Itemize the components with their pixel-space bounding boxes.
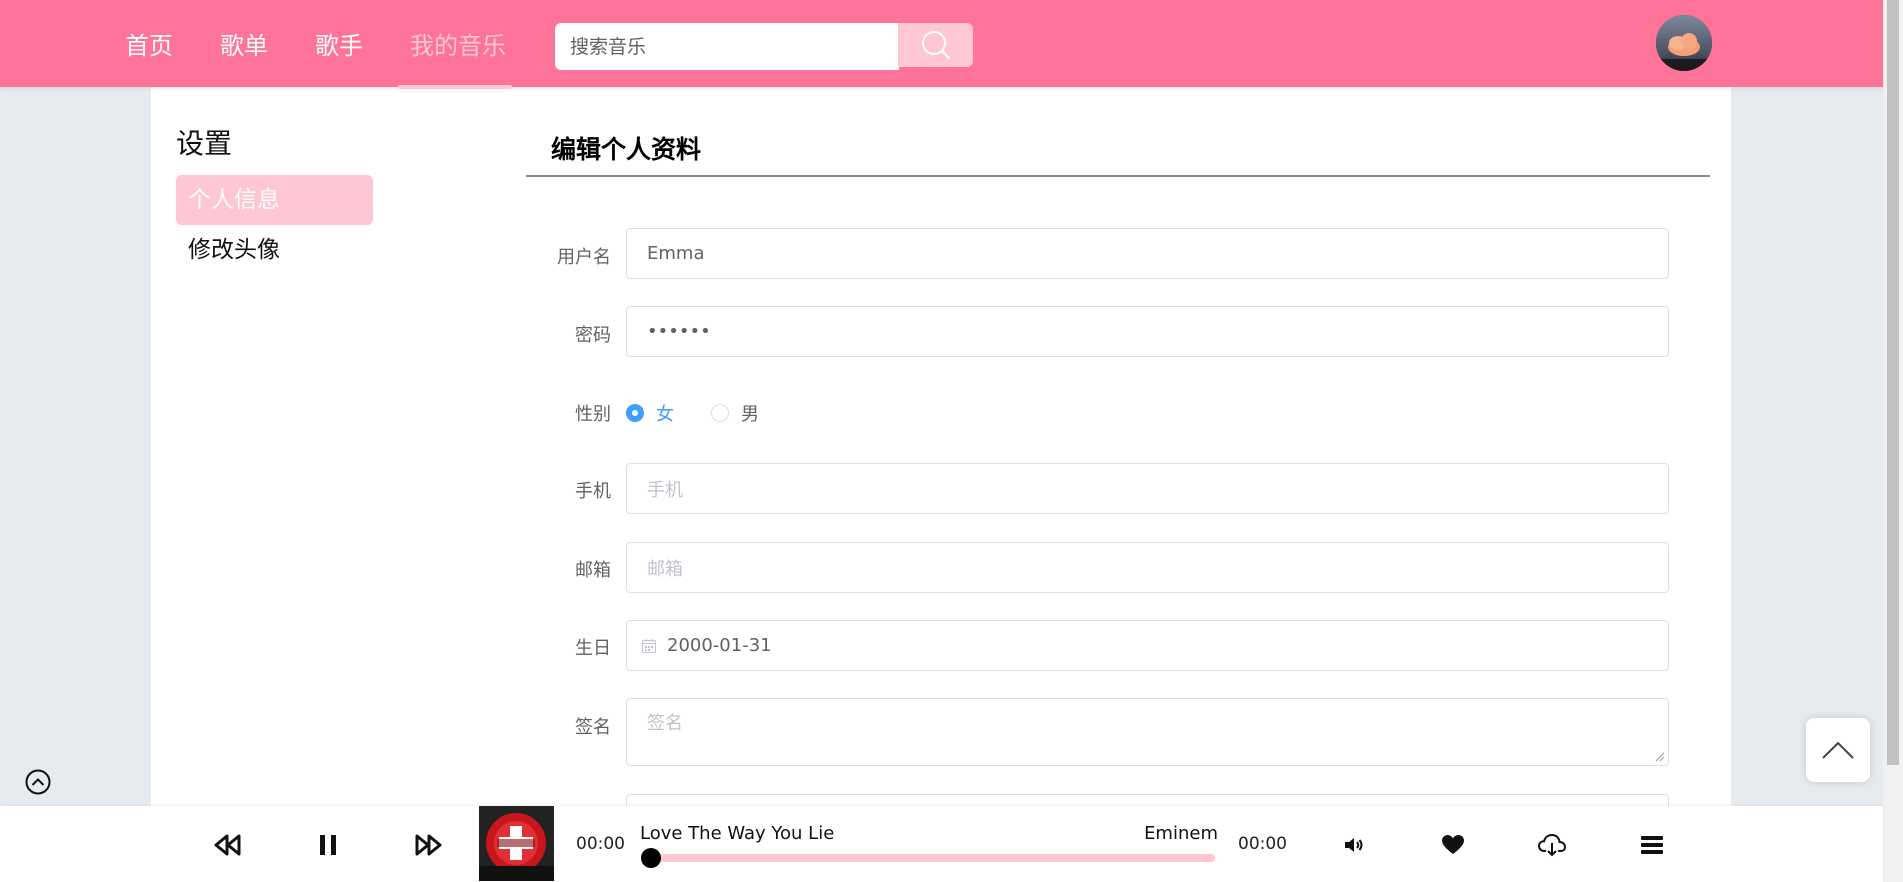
radio-female-label: 女 <box>656 404 674 425</box>
sidebar-item-avatar[interactable]: 修改头像 <box>176 225 373 275</box>
gender-label: 性别 <box>575 404 611 425</box>
resize-handle-icon[interactable] <box>1655 752 1665 762</box>
cloud-download-icon <box>1538 833 1566 857</box>
album-cover-image <box>479 806 554 881</box>
progress-bar[interactable] <box>645 854 1215 862</box>
radio-female[interactable]: 女 <box>626 400 674 426</box>
calendar-icon <box>642 638 656 653</box>
username-field[interactable]: Emma <box>626 228 1669 279</box>
heart-icon <box>1442 835 1464 854</box>
signature-placeholder: 签名 <box>647 713 683 734</box>
pause-button[interactable] <box>311 828 345 862</box>
menu-icon <box>1641 836 1663 854</box>
like-button[interactable] <box>1436 828 1470 862</box>
fast-forward-icon <box>415 834 442 856</box>
playlist-button[interactable] <box>1635 828 1669 862</box>
chevron-up-icon <box>1822 741 1854 759</box>
email-label: 邮箱 <box>575 560 611 581</box>
birthday-field[interactable]: 2000-01-31 <box>626 620 1669 671</box>
circle-chevron-up-icon <box>25 769 51 795</box>
email-field[interactable]: 邮箱 <box>626 542 1669 593</box>
search-icon <box>921 31 950 59</box>
album-cover[interactable] <box>479 806 554 881</box>
signature-textarea[interactable]: 签名 <box>626 698 1669 766</box>
sidebar-item-profile[interactable]: 个人信息 <box>176 175 373 225</box>
password-field[interactable]: •••••• <box>626 306 1669 357</box>
back-to-top-button[interactable] <box>1806 718 1870 782</box>
song-artist: Eminem <box>1144 823 1218 844</box>
nav-playlists[interactable]: 歌单 <box>220 26 268 61</box>
birthday-value: 2000-01-31 <box>667 635 772 656</box>
avatar-image <box>1656 15 1712 71</box>
nav-home[interactable]: 首页 <box>125 26 173 61</box>
search-box <box>555 23 899 70</box>
nav-singers[interactable]: 歌手 <box>315 26 363 61</box>
radio-male[interactable]: 男 <box>711 400 759 426</box>
phone-placeholder: 手机 <box>647 479 683 501</box>
top-header: 首页 歌单 歌手 我的音乐 <box>0 0 1883 89</box>
phone-label: 手机 <box>575 481 611 502</box>
radio-female-circle <box>626 404 644 422</box>
email-placeholder: 邮箱 <box>647 558 683 580</box>
progress-handle[interactable] <box>641 848 661 868</box>
radio-male-circle <box>711 404 729 422</box>
signature-label: 签名 <box>575 717 611 738</box>
password-value: •••••• <box>647 321 711 342</box>
previous-button[interactable] <box>211 828 245 862</box>
music-player-bar: 00:00 Love The Way You Lie Eminem 00:00 <box>0 806 1883 882</box>
nav-active-indicator <box>398 85 512 89</box>
current-time: 00:00 <box>576 834 625 854</box>
scrollbar-thumb[interactable] <box>1887 0 1899 765</box>
settings-title: 设置 <box>176 127 233 160</box>
player-toggle-button[interactable] <box>25 769 51 795</box>
volume-button[interactable] <box>1337 828 1371 862</box>
download-button[interactable] <box>1535 828 1569 862</box>
duration-time: 00:00 <box>1238 834 1287 854</box>
volume-icon <box>1345 838 1363 852</box>
username-label: 用户名 <box>557 247 611 268</box>
next-button[interactable] <box>411 828 445 862</box>
phone-field[interactable]: 手机 <box>626 463 1669 514</box>
search-button[interactable] <box>898 23 973 67</box>
username-value: Emma <box>647 243 705 264</box>
pause-icon <box>320 835 336 855</box>
birthday-label: 生日 <box>575 638 611 659</box>
song-title: Love The Way You Lie <box>640 823 835 844</box>
title-divider <box>526 175 1710 177</box>
radio-male-label: 男 <box>741 404 759 425</box>
page-title: 编辑个人资料 <box>551 135 702 164</box>
nav-my-music[interactable]: 我的音乐 <box>410 26 506 61</box>
user-avatar[interactable] <box>1656 15 1712 71</box>
search-input[interactable] <box>570 35 899 58</box>
rewind-icon <box>214 834 241 856</box>
password-label: 密码 <box>575 325 611 346</box>
